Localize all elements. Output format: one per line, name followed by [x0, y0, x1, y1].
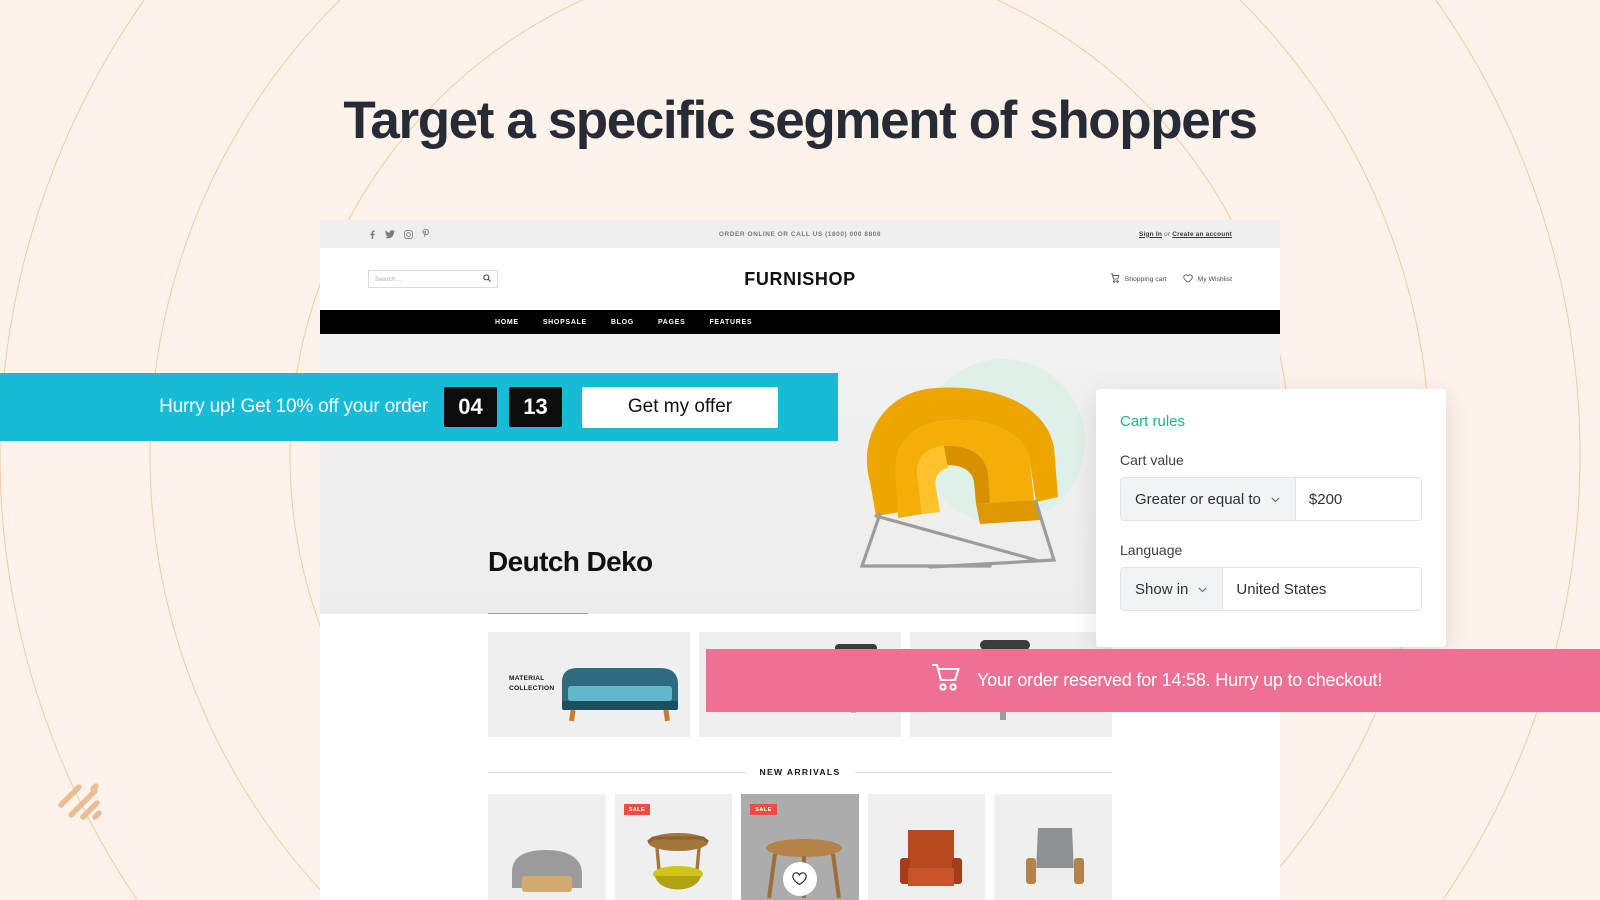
cart-rules-title: Cart rules	[1120, 413, 1186, 430]
page-title: Target a specific segment of shoppers	[343, 91, 1258, 150]
category-tile[interactable]: MATERIAL COLLECTION	[488, 632, 690, 737]
wishlist-label: My Wishlist	[1197, 275, 1232, 283]
site-navigation: HOME SHOPSALE BLOG PAGES FEATURES	[320, 310, 1280, 334]
sign-in-link[interactable]: Sign In	[1139, 231, 1162, 238]
shopping-cart-icon	[1110, 273, 1120, 285]
site-header: Search... FURNISHOP Shopping cart My Wis…	[320, 248, 1280, 310]
language-label: Language	[1120, 542, 1183, 558]
product-card[interactable]	[867, 794, 986, 900]
get-started-button[interactable]: GET STARTED →	[488, 613, 589, 614]
product-card[interactable]	[994, 794, 1112, 900]
nav-item-features[interactable]: FEATURES	[709, 319, 752, 326]
cart-value-label: Cart value	[1120, 452, 1184, 468]
countdown-promo-bar: Hurry up! Get 10% off your order 04 13 G…	[0, 373, 838, 441]
links-separator: or	[1162, 230, 1173, 238]
countdown-seconds: 13	[509, 387, 562, 427]
chevron-down-icon	[1271, 497, 1280, 502]
product-card[interactable]	[488, 794, 606, 900]
wishlist-link[interactable]: My Wishlist	[1182, 273, 1232, 285]
new-arrivals-heading: NEW ARRIVALS	[320, 737, 1280, 777]
hero-title: Deutch Deko	[488, 546, 653, 577]
site-topbar: ORDER ONLINE OR CALL US (1800) 000 8808 …	[320, 220, 1280, 248]
language-operator-text: Show in	[1135, 580, 1189, 598]
sale-badge: SALE	[750, 804, 777, 815]
shopping-cart-icon	[931, 663, 963, 698]
cart-value-operator-select[interactable]: Greater or equal to	[1121, 478, 1295, 520]
cart-value-row: Greater or equal to $200	[1120, 477, 1422, 521]
diagonal-stripes-logo	[57, 775, 109, 827]
chevron-down-icon	[1198, 587, 1207, 592]
product-card[interactable]: SALE	[741, 794, 859, 900]
heart-icon	[792, 872, 808, 886]
yellow-armchair-image	[859, 387, 1058, 569]
nav-item-shopsale[interactable]: SHOPSALE	[543, 319, 587, 326]
divider-right	[854, 771, 1113, 773]
wooden-yellow-stool-image	[646, 833, 709, 890]
sale-badge: SALE	[623, 804, 651, 815]
nav-item-blog[interactable]: BLOG	[611, 319, 634, 326]
promo-message: Hurry up! Get 10% off your order	[159, 396, 428, 417]
header-actions: Shopping cart My Wishlist	[1110, 273, 1232, 285]
category-tile-label: MATERIAL COLLECTION	[509, 675, 555, 692]
language-input[interactable]: United States	[1222, 568, 1421, 610]
cart-rules-panel: Cart rules Cart value Greater or equal t…	[1096, 389, 1446, 647]
orange-armchair-image	[899, 830, 962, 886]
cart-value-operator-text: Greater or equal to	[1135, 490, 1261, 508]
language-row: Show in United States	[1120, 567, 1422, 611]
nav-item-home[interactable]: HOME	[495, 319, 519, 326]
create-account-link[interactable]: Create an account	[1172, 231, 1232, 238]
blue-sofa-image	[562, 668, 678, 722]
cart-value-input[interactable]: $200	[1294, 478, 1421, 520]
account-links: Sign In or Create an account	[1139, 231, 1232, 238]
order-reserved-banner: Your order reserved for 14:58. Hurry up …	[706, 649, 1600, 712]
product-card[interactable]: SALE	[614, 794, 733, 900]
grey-lounge-chair-image	[512, 850, 582, 892]
shopping-cart-label: Shopping cart	[1124, 275, 1167, 283]
order-reserved-message: Your order reserved for 14:58. Hurry up …	[977, 670, 1383, 690]
product-grid: SALE SALE	[320, 777, 1280, 900]
language-operator-select[interactable]: Show in	[1121, 568, 1223, 610]
divider-left	[488, 771, 746, 773]
topbar-phone-text: ORDER ONLINE OR CALL US (1800) 000 8808	[718, 230, 882, 238]
heart-icon	[1182, 273, 1193, 285]
nav-item-pages[interactable]: PAGES	[658, 319, 686, 326]
new-arrivals-title: NEW ARRIVALS	[759, 767, 841, 777]
countdown-minutes: 04	[444, 387, 497, 427]
get-my-offer-button[interactable]: Get my offer	[582, 386, 778, 428]
grey-armchair-image	[1026, 828, 1085, 884]
shopping-cart-link[interactable]: Shopping cart	[1110, 273, 1167, 285]
wishlist-button[interactable]	[782, 862, 817, 896]
